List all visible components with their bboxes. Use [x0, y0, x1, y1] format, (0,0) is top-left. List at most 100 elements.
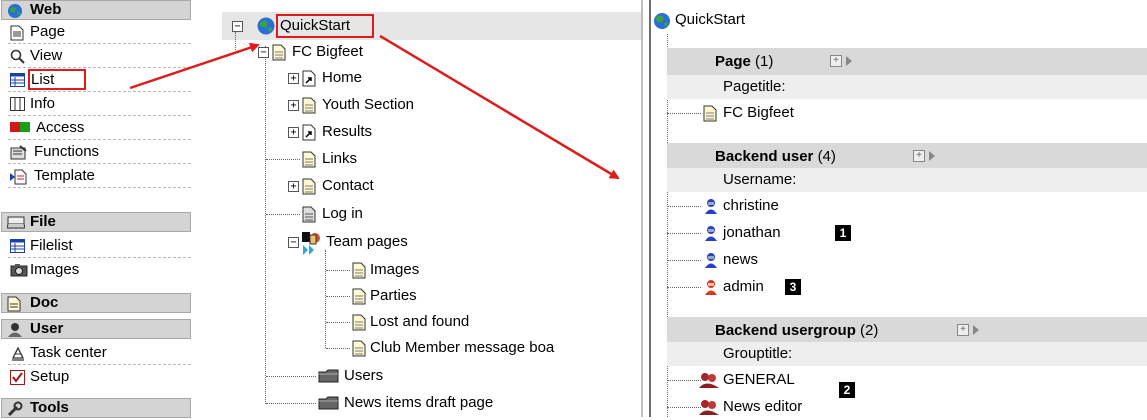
page-icon: [352, 340, 366, 357]
tree-node-folder[interactable]: News items draft page: [266, 393, 568, 413]
section-user[interactable]: User: [1, 319, 191, 339]
menu-item-access[interactable]: Access: [8, 116, 191, 140]
tree-node-page[interactable]: Links: [266, 149, 502, 169]
table-row[interactable]: news: [667, 247, 1147, 273]
table-row[interactable]: GENERAL 2: [667, 367, 1147, 398]
usergroup-icon: [699, 373, 719, 388]
table-row[interactable]: jonathan 1: [667, 220, 1147, 246]
doc-icon: [7, 296, 21, 312]
page-icon: [352, 314, 366, 331]
menu-item-page[interactable]: Page: [8, 20, 191, 44]
sysfolder-icon: [318, 369, 339, 383]
section-file[interactable]: File: [1, 212, 191, 232]
globe-icon: [654, 13, 670, 29]
tree-node-folder[interactable]: Users: [266, 366, 518, 386]
arrow-right-icon: [973, 325, 979, 335]
expand-table-icon[interactable]: +: [830, 55, 842, 67]
menu-item-list[interactable]: List: [8, 68, 191, 92]
page-tree: − QuickStart − FC Bigfeet + Home + Youth…: [222, 0, 641, 417]
task-center-icon: [11, 346, 25, 361]
table-row[interactable]: News editor: [667, 394, 1147, 420]
page-icon: [10, 25, 24, 41]
tree-node-page[interactable]: + Youth Section: [288, 95, 538, 115]
table-row[interactable]: FC Bigfeet: [667, 100, 1147, 126]
filelist-icon: [10, 239, 25, 253]
menu-item-info[interactable]: Info: [8, 92, 191, 116]
tree-node-subpage[interactable]: Images: [326, 260, 552, 280]
globe-icon: [8, 4, 22, 18]
team-pages-icon: [302, 232, 320, 255]
table-header-backend-usergroup[interactable]: Backend usergroup (2) +: [667, 317, 1147, 344]
section-tools[interactable]: Tools: [1, 398, 191, 418]
tree-node-site[interactable]: − FC Bigfeet: [258, 42, 458, 62]
tree-node-subpage[interactable]: Lost and found: [326, 312, 552, 332]
module-menu: Web Page View List Info Access Functions…: [0, 0, 193, 418]
table-header-page[interactable]: Page (1) +: [667, 48, 1147, 75]
column-header: Pagetitle:: [667, 75, 1147, 99]
tree-line: [265, 46, 266, 404]
access-icon: [10, 122, 30, 132]
menu-item-view[interactable]: View: [8, 44, 191, 68]
section-doc[interactable]: Doc: [1, 293, 191, 313]
camera-icon: [10, 264, 28, 277]
table-row[interactable]: christine: [667, 193, 1147, 219]
tools-icon: [7, 401, 23, 417]
menu-item-template[interactable]: Template: [8, 164, 191, 188]
user-icon: [8, 323, 22, 337]
page-icon: [352, 288, 366, 305]
expand-table-icon[interactable]: +: [957, 324, 969, 336]
column-header: Grouptitle:: [667, 342, 1147, 366]
arrow-right-icon: [846, 56, 852, 66]
list-root[interactable]: QuickStart: [653, 10, 853, 30]
backend-user-icon: [705, 226, 717, 241]
info-columns-icon: [10, 97, 25, 111]
section-web[interactable]: Web: [1, 0, 191, 20]
tree-node-subpage[interactable]: Club Member message boa: [326, 338, 641, 358]
record-list: QuickStart Page (1) + Pagetitle: FC Bigf…: [651, 0, 1147, 417]
drive-icon: [7, 216, 25, 229]
annotation-badge: 3: [785, 279, 801, 295]
tree-node-page[interactable]: + Results: [288, 122, 488, 142]
menu-item-functions[interactable]: Functions: [8, 140, 191, 164]
login-page-icon: [302, 206, 316, 223]
page-icon: [352, 262, 366, 279]
menu-item-task-center[interactable]: Task center: [8, 341, 191, 365]
column-header: Username:: [667, 168, 1147, 192]
tree-node-subpage[interactable]: Parties: [326, 286, 552, 306]
arrow-right-icon: [929, 151, 935, 161]
menu-item-images[interactable]: Images: [8, 258, 191, 282]
tree-node-page[interactable]: + Contact: [288, 176, 488, 196]
admin-user-icon: [705, 280, 717, 295]
page-icon: [703, 105, 717, 122]
table-header-backend-user[interactable]: Backend user (4) +: [667, 143, 1147, 170]
table-row[interactable]: admin 3: [667, 274, 1147, 300]
menu-item-setup[interactable]: Setup: [8, 365, 191, 389]
tree-node-page[interactable]: − Team pages: [288, 232, 508, 255]
template-icon: [10, 169, 27, 185]
page-icon: [302, 97, 316, 114]
checkbox-icon: [10, 370, 25, 385]
expand-icon[interactable]: +: [288, 181, 299, 192]
page-icon: [302, 151, 316, 168]
expand-icon[interactable]: +: [288, 127, 299, 138]
expand-table-icon[interactable]: +: [913, 150, 925, 162]
expand-icon[interactable]: +: [288, 100, 299, 111]
usergroup-icon: [699, 400, 719, 415]
sysfolder-icon: [318, 396, 339, 410]
list-icon: [10, 73, 25, 87]
tree-node-root[interactable]: − QuickStart: [232, 14, 412, 38]
functions-icon: [10, 145, 27, 160]
backend-user-icon: [705, 199, 717, 214]
collapse-icon[interactable]: −: [232, 21, 243, 32]
expand-icon[interactable]: +: [288, 73, 299, 84]
collapse-icon[interactable]: −: [258, 47, 269, 58]
shortcut-page-icon: [302, 124, 316, 141]
magnifier-icon: [10, 49, 25, 64]
shortcut-page-icon: [302, 70, 316, 87]
tree-node-page[interactable]: + Home: [288, 68, 488, 88]
backend-user-icon: [705, 253, 717, 268]
page-icon: [302, 178, 316, 195]
menu-item-filelist[interactable]: Filelist: [8, 234, 191, 258]
collapse-icon[interactable]: −: [288, 237, 299, 248]
tree-node-page[interactable]: Log in: [266, 204, 502, 224]
